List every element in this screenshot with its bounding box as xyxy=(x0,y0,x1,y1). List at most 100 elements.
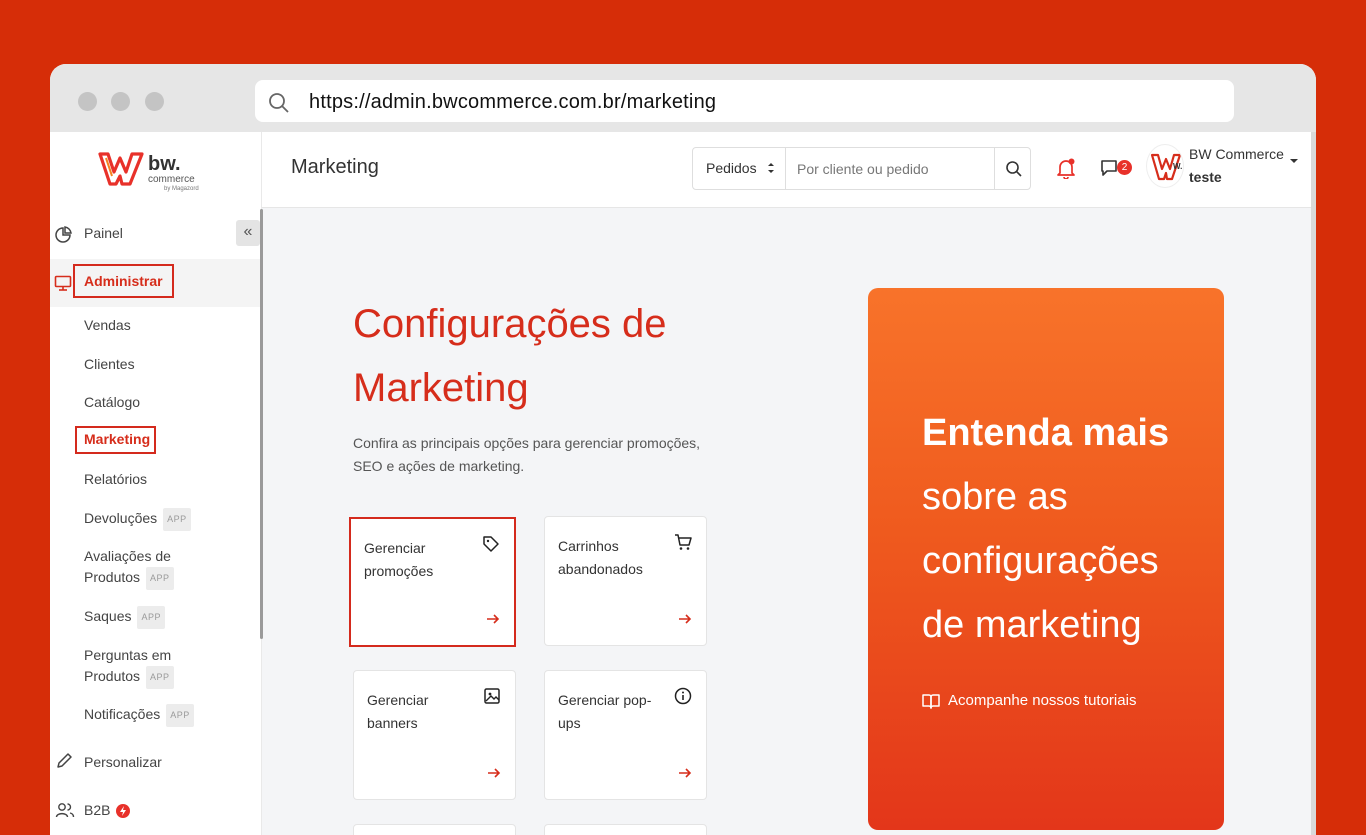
users-icon xyxy=(55,801,75,824)
card-gerenciar-popups[interactable]: Gerenciar pop-ups xyxy=(544,670,707,800)
sidebar-item-label: B2B xyxy=(84,802,131,819)
arrow-right-icon xyxy=(487,766,501,785)
window-dot-close[interactable] xyxy=(78,92,97,111)
browser-window: https://admin.bwcommerce.com.br/marketin… xyxy=(50,64,1316,835)
sidebar-item-label: Administrar xyxy=(84,273,163,289)
app-badge: APP xyxy=(166,704,194,727)
promo-text-line: de marketing xyxy=(922,604,1142,646)
lightning-badge-icon xyxy=(116,804,131,819)
card-label: Gerenciar banners xyxy=(367,692,429,731)
arrow-right-icon xyxy=(486,612,500,631)
app-area: bw. commerce by Magazord Painel « Admini… xyxy=(50,132,1316,835)
card-label: Carrinhos abandonados xyxy=(558,538,643,577)
b2b-label: B2B xyxy=(84,802,111,818)
pencil-icon xyxy=(55,752,73,775)
search-icon xyxy=(1006,161,1022,177)
sidebar-item-painel[interactable]: Painel xyxy=(50,209,260,259)
card-partial[interactable] xyxy=(353,824,516,835)
card-partial[interactable] xyxy=(544,824,707,835)
search-type-select[interactable]: Pedidos xyxy=(693,148,786,189)
card-gerenciar-banners[interactable]: Gerenciar banners xyxy=(353,670,516,800)
svg-text:bw.: bw. xyxy=(148,153,181,175)
sidebar-subitem-devolucoes[interactable]: Devoluções APP xyxy=(84,508,191,531)
sidebar-subitem-label: Devoluções xyxy=(84,510,158,527)
arrow-right-icon xyxy=(678,612,692,631)
select-caret-icon xyxy=(767,148,775,207)
sidebar-item-label: Personalizar xyxy=(84,754,162,770)
tutorials-link[interactable]: Acompanhe nossos tutoriais xyxy=(922,692,1136,709)
book-icon xyxy=(922,694,940,709)
sidebar-item-label: Painel xyxy=(84,225,123,241)
sidebar-item-b2b[interactable]: B2B xyxy=(50,788,260,828)
message-count-badge: 2 xyxy=(1117,160,1132,175)
page-title: Marketing xyxy=(291,156,379,178)
messages-icon[interactable] xyxy=(1099,158,1119,183)
svg-text:W.: W. xyxy=(1173,162,1182,171)
sidebar-subitem-perguntas[interactable]: Perguntas em Produtos APP xyxy=(84,645,174,689)
sidebar-subitem-label: Produtos xyxy=(84,569,141,586)
main-scrollbar[interactable] xyxy=(1311,132,1316,835)
monitor-icon xyxy=(54,274,72,297)
notification-bell-icon[interactable] xyxy=(1055,157,1077,184)
tutorial-promo-panel: Entenda mais sobre as configurações de m… xyxy=(868,288,1224,830)
brand-logo[interactable]: bw. commerce by Magazord xyxy=(98,146,208,199)
search-icon xyxy=(267,91,291,120)
search-input[interactable] xyxy=(787,148,994,189)
user-store[interactable]: teste xyxy=(1189,169,1222,185)
heading-line: Configurações de xyxy=(353,302,667,346)
avatar[interactable]: W. xyxy=(1146,144,1184,188)
card-label: Gerenciar pop-ups xyxy=(558,692,652,731)
svg-text:by Magazord: by Magazord xyxy=(164,186,199,192)
sidebar-subitem-label: Perguntas em xyxy=(84,647,172,663)
svg-text:commerce: commerce xyxy=(148,174,195,185)
sidebar-subitem-avaliacoes[interactable]: Avaliações de Produtos APP xyxy=(84,546,174,590)
promo-text-line: configurações xyxy=(922,540,1159,582)
sidebar-scrollbar[interactable] xyxy=(260,209,263,639)
sidebar-subitem-label: Produtos xyxy=(84,668,141,685)
sidebar-subitem-label: Saques xyxy=(84,608,132,625)
user-name[interactable]: BW Commerce xyxy=(1189,146,1284,162)
image-icon xyxy=(483,687,501,710)
promo-text-line: sobre as xyxy=(922,476,1068,518)
sidebar-subitem-notificacoes[interactable]: Notificações APP xyxy=(84,704,194,727)
sidebar-subitem-clientes[interactable]: Clientes xyxy=(84,354,135,375)
top-header: Marketing Pedidos 2 xyxy=(262,132,1316,208)
browser-chrome: https://admin.bwcommerce.com.br/marketin… xyxy=(50,64,1316,132)
sidebar-subitem-catalogo[interactable]: Catálogo xyxy=(84,392,140,413)
chevron-down-icon[interactable] xyxy=(1289,156,1299,169)
search-button[interactable] xyxy=(994,148,1031,189)
sidebar-subitem-relatorios[interactable]: Relatórios xyxy=(84,469,147,490)
card-label: Gerenciar promoções xyxy=(364,540,434,579)
sidebar-subitem-marketing[interactable]: Marketing xyxy=(84,431,150,447)
window-dot-maximize[interactable] xyxy=(145,92,164,111)
sidebar-subitem-vendas[interactable]: Vendas xyxy=(84,315,131,336)
app-badge: APP xyxy=(146,567,174,590)
card-carrinhos-abandonados[interactable]: Carrinhos abandonados xyxy=(544,516,707,646)
collapse-sidebar-button[interactable]: « xyxy=(236,220,260,246)
tag-icon xyxy=(482,535,500,558)
sidebar: bw. commerce by Magazord Painel « Admini… xyxy=(50,132,263,835)
pie-chart-icon xyxy=(54,226,72,249)
window-dot-minimize[interactable] xyxy=(111,92,130,111)
sidebar-item-personalizar[interactable]: Personalizar xyxy=(50,739,260,779)
address-bar[interactable]: https://admin.bwcommerce.com.br/marketin… xyxy=(255,80,1234,122)
sidebar-subitem-label: Notificações xyxy=(84,706,161,723)
info-icon xyxy=(674,687,692,710)
app-badge: APP xyxy=(146,666,174,689)
app-badge: APP xyxy=(163,508,191,531)
app-badge: APP xyxy=(137,606,165,629)
arrow-right-icon xyxy=(678,766,692,785)
sidebar-item-administrar[interactable]: Administrar xyxy=(50,259,260,307)
section-description: Confira as principais opções para gerenc… xyxy=(353,435,701,474)
tutorials-link-label: Acompanhe nossos tutoriais xyxy=(948,692,1137,709)
sidebar-subitem-saques[interactable]: Saques APP xyxy=(84,606,165,629)
sidebar-subitem-label: Avaliações de xyxy=(84,548,171,564)
promo-headline: Entenda mais xyxy=(922,412,1170,454)
address-url[interactable]: https://admin.bwcommerce.com.br/marketin… xyxy=(309,91,716,114)
search-type-value: Pedidos xyxy=(706,160,757,176)
section-heading: Configurações de Marketing xyxy=(353,292,693,420)
cart-icon xyxy=(674,533,692,556)
order-search: Pedidos xyxy=(692,147,1031,190)
card-gerenciar-promocoes[interactable]: Gerenciar promoções xyxy=(349,517,516,647)
heading-line: Marketing xyxy=(353,366,529,410)
